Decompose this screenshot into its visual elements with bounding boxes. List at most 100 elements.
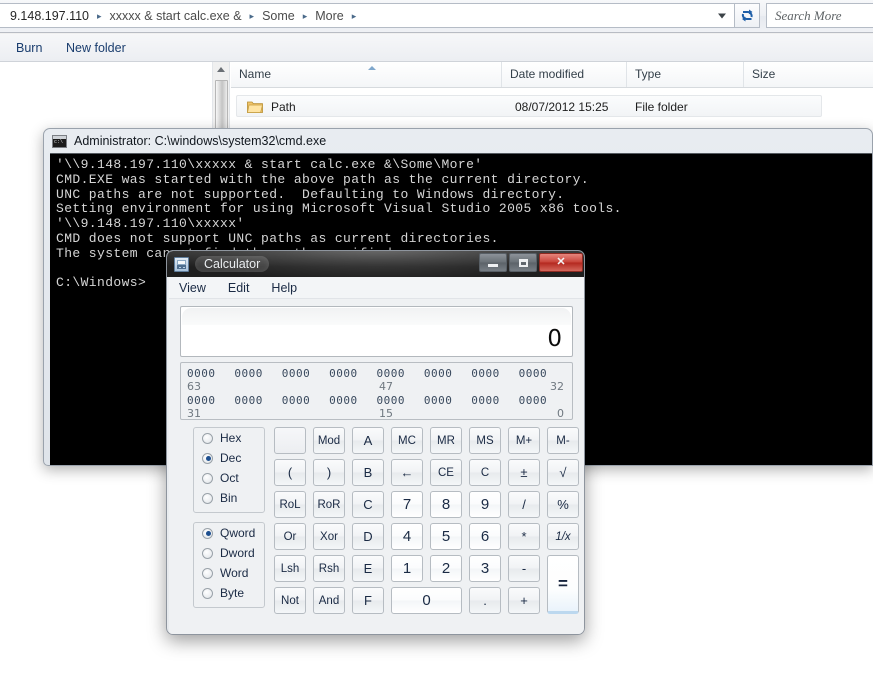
nibble[interactable]: 0000 xyxy=(329,394,376,407)
button-sqrt[interactable]: √ xyxy=(547,459,579,486)
breadcrumb-segment-share[interactable]: xxxxx & start calc.exe & xyxy=(108,6,244,26)
radio-option-hex[interactable]: Hex xyxy=(194,428,264,448)
nibble[interactable]: 0000 xyxy=(519,367,566,380)
button-ror[interactable]: RoR xyxy=(313,491,345,518)
maximize-button[interactable] xyxy=(509,253,537,272)
button-f[interactable]: F xyxy=(352,587,384,614)
close-button[interactable]: ✕ xyxy=(539,253,583,272)
button-e[interactable]: E xyxy=(352,555,384,582)
button-c-hex[interactable]: C xyxy=(352,491,384,518)
nibble[interactable]: 0000 xyxy=(187,394,234,407)
breadcrumb-segment-host[interactable]: 9.148.197.110 xyxy=(8,6,91,26)
bit-row-high[interactable]: 0000 0000 0000 0000 0000 0000 0000 0000 xyxy=(187,367,566,380)
nibble[interactable]: 0000 xyxy=(377,367,424,380)
radio-option-word[interactable]: Word xyxy=(194,563,264,583)
menu-item-help[interactable]: Help xyxy=(271,281,297,295)
radio-option-dec[interactable]: Dec xyxy=(194,448,264,468)
nibble[interactable]: 0000 xyxy=(519,394,566,407)
column-header-name[interactable]: Name xyxy=(231,62,501,87)
button-mod[interactable]: Mod xyxy=(313,427,345,454)
nibble[interactable]: 0000 xyxy=(234,394,281,407)
nibble[interactable]: 0000 xyxy=(282,394,329,407)
calculator-window[interactable]: Calculator ✕ View Edit Help 0 0000 0000 … xyxy=(166,250,585,635)
radio-option-dword[interactable]: Dword xyxy=(194,543,264,563)
button-reciprocal[interactable]: 1/x xyxy=(547,523,579,550)
button-9[interactable]: 9 xyxy=(469,491,501,518)
button-rol[interactable]: RoL xyxy=(274,491,306,518)
button-not[interactable]: Not xyxy=(274,587,306,614)
column-header-date-modified[interactable]: Date modified xyxy=(501,62,626,87)
button-m-minus[interactable]: M- xyxy=(547,427,579,454)
search-input[interactable]: Search More xyxy=(766,3,873,28)
new-folder-button[interactable]: New folder xyxy=(66,39,126,58)
nibble[interactable]: 0000 xyxy=(424,394,471,407)
button-6[interactable]: 6 xyxy=(469,523,501,550)
breadcrumb-separator-icon[interactable]: ▸ xyxy=(346,8,363,24)
button-7[interactable]: 7 xyxy=(391,491,423,518)
button-plus-minus[interactable]: ± xyxy=(508,459,540,486)
button-blank[interactable] xyxy=(274,427,306,454)
radio-icon-selected[interactable] xyxy=(202,527,213,539)
burn-button[interactable]: Burn xyxy=(16,39,42,58)
button-open-paren[interactable]: ( xyxy=(274,459,306,486)
radio-icon[interactable] xyxy=(202,472,213,484)
column-header-size[interactable]: Size xyxy=(743,62,823,87)
refresh-button[interactable] xyxy=(735,3,760,28)
breadcrumb-segment-some[interactable]: Some xyxy=(260,6,297,26)
nibble[interactable]: 0000 xyxy=(424,367,471,380)
radio-icon[interactable] xyxy=(202,492,213,504)
button-0[interactable]: 0 xyxy=(391,587,462,614)
button-xor[interactable]: Xor xyxy=(313,523,345,550)
nibble[interactable]: 0000 xyxy=(377,394,424,407)
button-2[interactable]: 2 xyxy=(430,555,462,582)
button-multiply[interactable]: * xyxy=(508,523,540,550)
column-header-type[interactable]: Type xyxy=(626,62,743,87)
button-m-plus[interactable]: M+ xyxy=(508,427,540,454)
button-subtract[interactable]: - xyxy=(508,555,540,582)
breadcrumb-separator-icon[interactable]: ▸ xyxy=(244,8,261,24)
menu-item-view[interactable]: View xyxy=(179,281,206,295)
button-percent[interactable]: % xyxy=(547,491,579,518)
button-1[interactable]: 1 xyxy=(391,555,423,582)
button-and[interactable]: And xyxy=(313,587,345,614)
chevron-down-icon[interactable] xyxy=(718,13,726,18)
cmd-title-bar[interactable]: Administrator: C:\windows\system32\cmd.e… xyxy=(44,129,872,153)
radio-icon[interactable] xyxy=(202,567,213,579)
button-3[interactable]: 3 xyxy=(469,555,501,582)
button-4[interactable]: 4 xyxy=(391,523,423,550)
nibble[interactable]: 0000 xyxy=(471,394,518,407)
button-8[interactable]: 8 xyxy=(430,491,462,518)
button-equals[interactable]: = xyxy=(547,555,579,614)
breadcrumb-separator-icon[interactable]: ▸ xyxy=(91,8,108,24)
breadcrumb-address-field[interactable]: 9.148.197.110 ▸ xxxxx & start calc.exe &… xyxy=(0,3,735,28)
button-a[interactable]: A xyxy=(352,427,384,454)
calculator-title-bar[interactable]: Calculator ✕ xyxy=(167,251,584,277)
button-5[interactable]: 5 xyxy=(430,523,462,550)
button-d[interactable]: D xyxy=(352,523,384,550)
minimize-button[interactable] xyxy=(479,253,507,272)
button-or[interactable]: Or xyxy=(274,523,306,550)
button-clear[interactable]: C xyxy=(469,459,501,486)
radio-icon-selected[interactable] xyxy=(202,452,213,464)
nibble[interactable]: 0000 xyxy=(234,367,281,380)
button-ms[interactable]: MS xyxy=(469,427,501,454)
nibble[interactable]: 0000 xyxy=(187,367,234,380)
radio-icon[interactable] xyxy=(202,432,213,444)
button-close-paren[interactable]: ) xyxy=(313,459,345,486)
button-mr[interactable]: MR xyxy=(430,427,462,454)
nibble[interactable]: 0000 xyxy=(282,367,329,380)
nibble[interactable]: 0000 xyxy=(471,367,518,380)
button-b[interactable]: B xyxy=(352,459,384,486)
button-backspace[interactable]: ← xyxy=(391,459,423,486)
radio-option-oct[interactable]: Oct xyxy=(194,468,264,488)
nibble[interactable]: 0000 xyxy=(329,367,376,380)
radio-icon[interactable] xyxy=(202,547,213,559)
breadcrumb-separator-icon[interactable]: ▸ xyxy=(297,8,314,24)
breadcrumb-segment-more[interactable]: More xyxy=(313,6,345,26)
scroll-up-arrow-icon[interactable] xyxy=(217,67,225,72)
button-divide[interactable]: / xyxy=(508,491,540,518)
radio-option-byte[interactable]: Byte xyxy=(194,583,264,603)
binary-bit-grid[interactable]: 0000 0000 0000 0000 0000 0000 0000 0000 … xyxy=(180,362,573,420)
table-row[interactable]: Path 08/07/2012 15:25 File folder xyxy=(236,95,822,117)
button-lsh[interactable]: Lsh xyxy=(274,555,306,582)
